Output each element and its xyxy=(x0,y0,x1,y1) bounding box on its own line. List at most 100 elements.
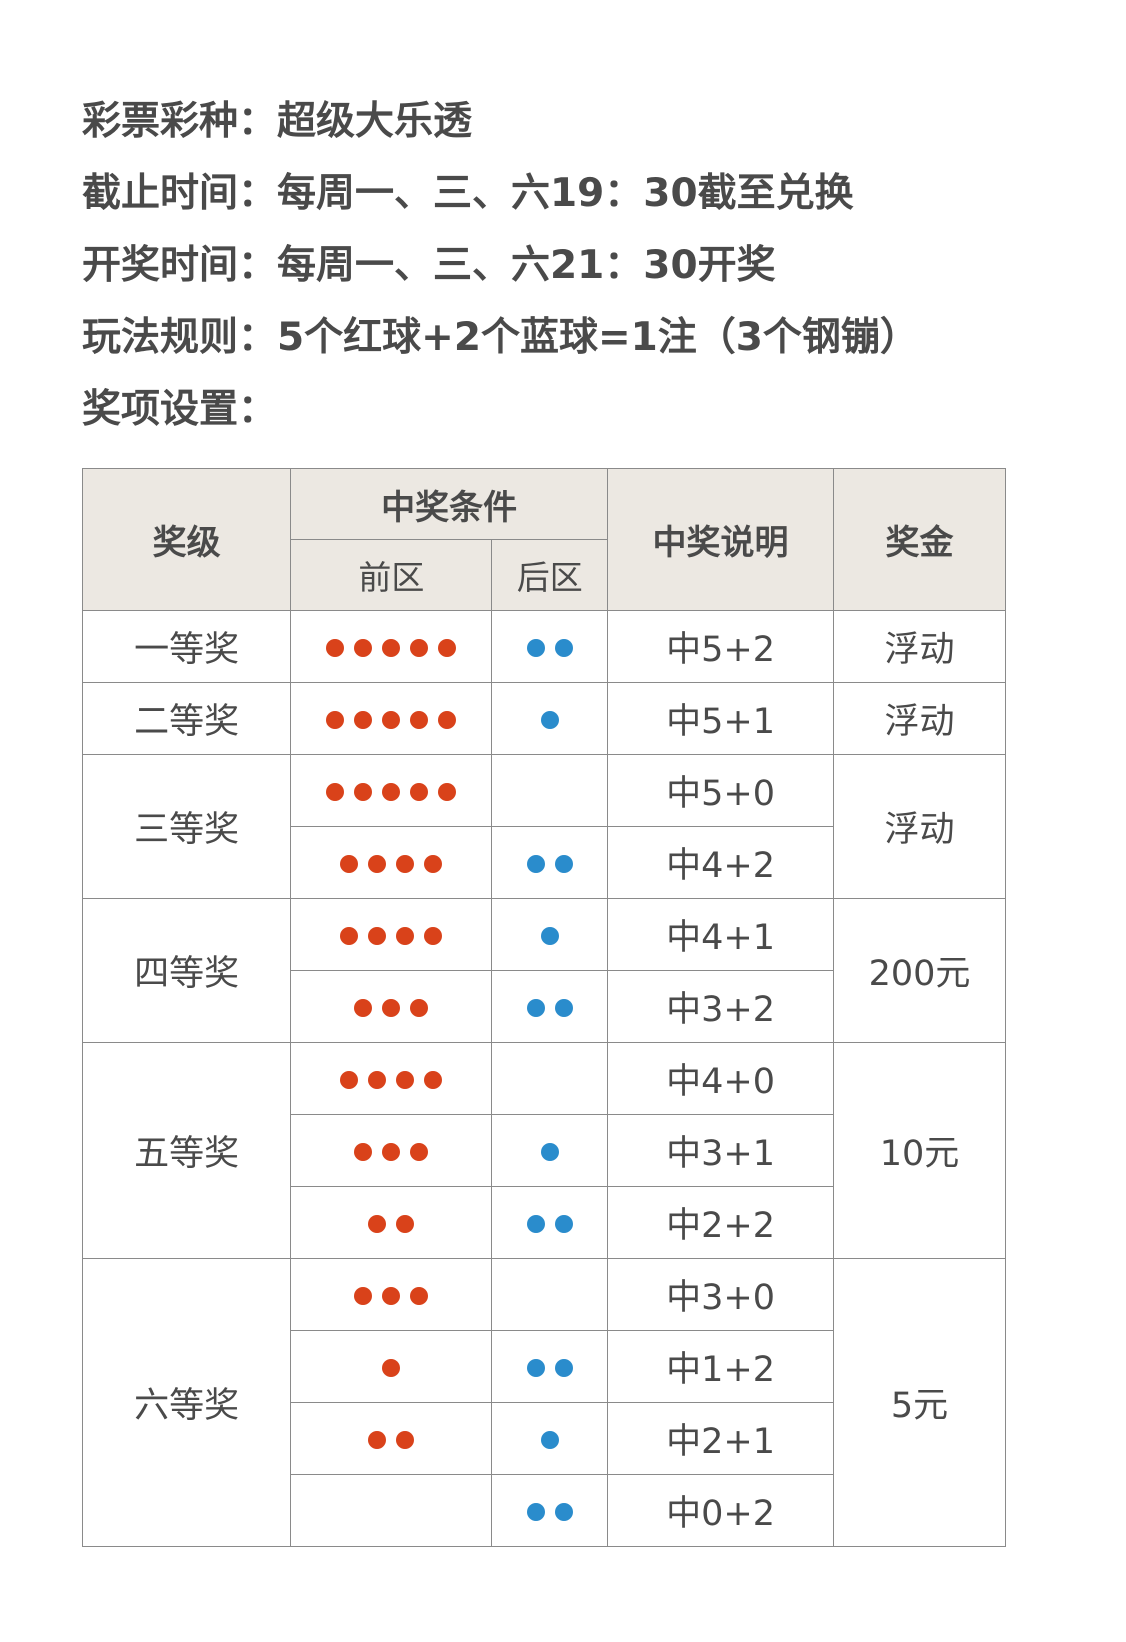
win-description-cell: 中4+2 xyxy=(607,826,835,899)
red-balls xyxy=(354,998,429,1017)
blue-balls xyxy=(526,638,573,657)
blue-ball-icon xyxy=(526,1358,545,1377)
red-ball-icon xyxy=(410,1286,429,1305)
red-ball-icon xyxy=(368,1214,387,1233)
red-ball-icon xyxy=(438,638,457,657)
back-zone-cell xyxy=(491,1186,609,1259)
red-ball-icon xyxy=(354,782,373,801)
win-description-cell: 中2+2 xyxy=(607,1186,835,1259)
blue-ball-icon xyxy=(540,926,559,945)
front-zone-cell xyxy=(290,826,493,899)
front-zone-cell xyxy=(290,1330,493,1403)
red-ball-icon xyxy=(396,926,415,945)
win-description-cell: 中3+1 xyxy=(607,1114,835,1187)
red-ball-icon xyxy=(368,1070,387,1089)
red-ball-icon xyxy=(396,1430,415,1449)
red-ball-icon xyxy=(368,926,387,945)
win-description-cell: 中3+2 xyxy=(607,970,835,1043)
blue-ball-icon xyxy=(554,998,573,1017)
red-ball-icon xyxy=(382,998,401,1017)
prize-level-cell: 一等奖 xyxy=(81,610,292,683)
info-line-type: 彩票彩种：超级大乐透 xyxy=(82,99,473,144)
red-ball-icon xyxy=(424,1070,443,1089)
blue-ball-icon xyxy=(554,1502,573,1521)
info-line-draw-time: 开奖时间：每周一、三、六21：30开奖 xyxy=(82,243,776,288)
table-row: 三等奖 中5+0 浮动 xyxy=(81,754,1006,899)
front-zone-cell xyxy=(290,1114,493,1187)
blue-ball-icon xyxy=(540,710,559,729)
prize-amount-cell: 200元 xyxy=(833,898,1006,1043)
red-ball-icon xyxy=(368,854,387,873)
red-ball-icon xyxy=(354,710,373,729)
red-ball-icon xyxy=(382,1358,401,1377)
red-ball-icon xyxy=(396,1214,415,1233)
blue-balls xyxy=(526,1502,573,1521)
blue-ball-icon xyxy=(554,1358,573,1377)
win-description-cell: 中4+0 xyxy=(607,1042,835,1115)
blue-balls xyxy=(540,926,559,945)
back-zone-cell xyxy=(491,1474,609,1547)
prize-amount-cell: 10元 xyxy=(833,1042,1006,1259)
red-ball-icon xyxy=(354,638,373,657)
front-zone-cell xyxy=(290,1186,493,1259)
red-balls xyxy=(340,926,443,945)
red-ball-icon xyxy=(382,710,401,729)
back-zone-cell xyxy=(491,826,609,899)
prize-amount-cell: 浮动 xyxy=(833,610,1006,683)
prize-table: 奖级 中奖条件 中奖说明 奖金 前区 后区 一等奖 中5+2 浮动 二等奖 中5+1 浮动… xyxy=(81,468,1006,1547)
blue-ball-icon xyxy=(540,1430,559,1449)
table-row: 四等奖 中4+1 200元 xyxy=(81,898,1006,1043)
blue-balls xyxy=(540,1142,559,1161)
back-zone-cell xyxy=(491,610,609,683)
red-balls xyxy=(326,710,457,729)
win-description-cell: 中1+2 xyxy=(607,1330,835,1403)
red-ball-icon xyxy=(326,638,345,657)
prize-amount-cell: 浮动 xyxy=(833,682,1006,755)
blue-ball-icon xyxy=(526,1214,545,1233)
red-ball-icon xyxy=(340,1070,359,1089)
lottery-info: 彩票彩种：超级大乐透 截止时间：每周一、三、六19：30截至兑换 开奖时间：每周… xyxy=(82,86,919,446)
blue-balls xyxy=(526,854,573,873)
red-ball-icon xyxy=(368,1430,387,1449)
red-balls xyxy=(340,854,443,873)
info-line-prize-setup: 奖项设置： xyxy=(82,387,278,432)
prize-level-cell: 五等奖 xyxy=(81,1042,292,1259)
back-zone-cell xyxy=(491,970,609,1043)
back-zone-cell xyxy=(491,682,609,755)
win-description-cell: 中2+1 xyxy=(607,1402,835,1475)
red-ball-icon xyxy=(326,782,345,801)
red-ball-icon xyxy=(410,782,429,801)
red-balls xyxy=(368,1214,415,1233)
win-description-cell: 中5+2 xyxy=(607,610,835,683)
header-level: 奖级 xyxy=(81,468,292,611)
red-ball-icon xyxy=(326,710,345,729)
prize-level-cell: 二等奖 xyxy=(81,682,292,755)
prize-amount-cell: 5元 xyxy=(833,1258,1006,1547)
header-prize: 奖金 xyxy=(833,468,1006,611)
blue-balls xyxy=(540,710,559,729)
back-zone-cell xyxy=(491,754,609,827)
front-zone-cell xyxy=(290,682,493,755)
red-ball-icon xyxy=(340,854,359,873)
back-zone-cell xyxy=(491,1402,609,1475)
red-balls xyxy=(382,1358,401,1377)
red-ball-icon xyxy=(382,1286,401,1305)
blue-balls xyxy=(540,1430,559,1449)
red-ball-icon xyxy=(410,710,429,729)
prize-level-cell: 三等奖 xyxy=(81,754,292,899)
red-ball-icon xyxy=(438,782,457,801)
blue-ball-icon xyxy=(526,638,545,657)
blue-ball-icon xyxy=(554,1214,573,1233)
back-zone-cell xyxy=(491,1258,609,1331)
front-zone-cell xyxy=(290,1258,493,1331)
back-zone-cell xyxy=(491,1330,609,1403)
prize-level-cell: 六等奖 xyxy=(81,1258,292,1547)
blue-balls xyxy=(526,998,573,1017)
table-row: 五等奖 中4+0 10元 xyxy=(81,1042,1006,1259)
red-ball-icon xyxy=(424,926,443,945)
red-ball-icon xyxy=(382,638,401,657)
red-balls xyxy=(354,1286,429,1305)
header-description: 中奖说明 xyxy=(607,468,835,611)
front-zone-cell xyxy=(290,898,493,971)
blue-balls xyxy=(526,1358,573,1377)
